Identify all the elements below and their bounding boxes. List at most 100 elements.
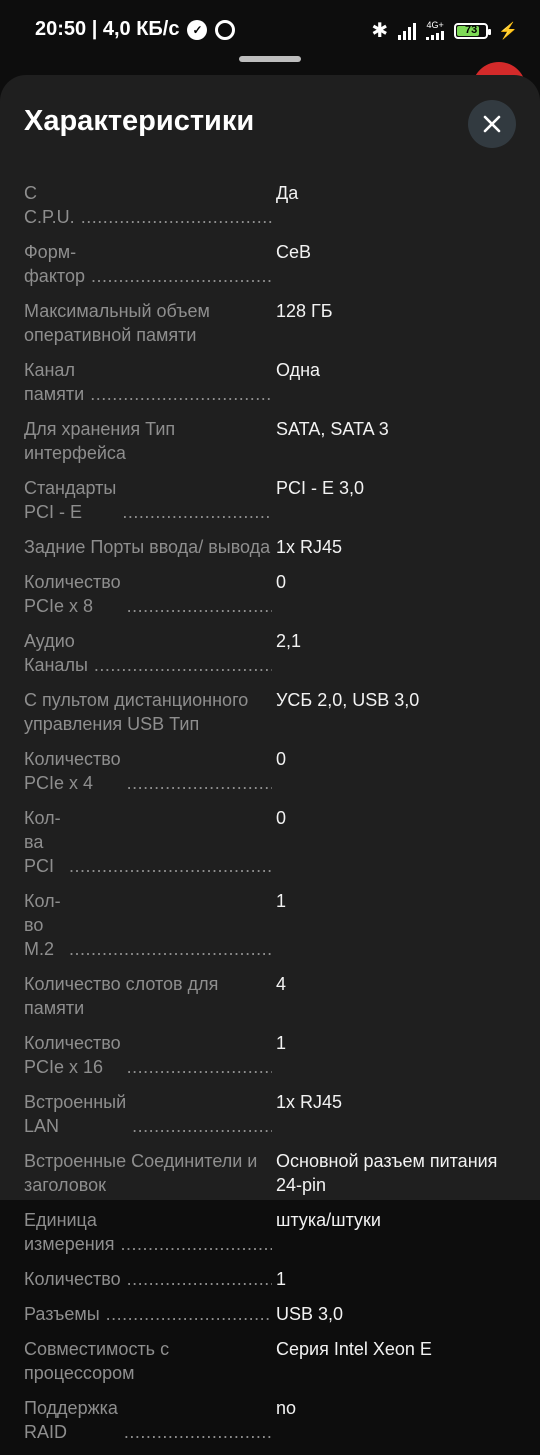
spec-row: Количество 1 (24, 1267, 516, 1291)
status-bar: 20:50 | 4,0 КБ/с ✓ ✱ 4G+ 73 ⚡ (0, 0, 540, 60)
spec-label: Количество PCIe x 8 (24, 570, 272, 618)
spec-row: Встроенный LAN 1x RJ45 (24, 1090, 516, 1138)
spec-row: Максимальный объем оперативной памяти 128… (24, 299, 516, 347)
spec-value: 1 (276, 891, 287, 911)
sheet-title: Характеристики (24, 105, 255, 137)
spec-label: Форм-фактор (24, 240, 272, 288)
spec-label: Для хранения Тип интерфейса (24, 417, 272, 465)
spec-label-text: Канал памяти (24, 360, 85, 404)
close-icon (483, 115, 501, 133)
dot-leader (127, 594, 272, 618)
dot-leader (124, 1420, 272, 1444)
spec-row: Количество слотов для памяти 4 (24, 972, 516, 1020)
spec-value: PCI - E 3,0 (276, 478, 365, 498)
spec-label: Количество (24, 1267, 272, 1291)
spec-label: С пультом дистанционного управления USB … (24, 688, 272, 736)
spec-label-text: Количество (24, 1269, 121, 1289)
dot-leader (94, 653, 272, 677)
spec-label-text: Поддержка RAID (24, 1398, 118, 1442)
spec-row: Разъемы USB 3,0 (24, 1302, 516, 1326)
dot-leader (90, 382, 272, 406)
spec-row: Поддержка RAID no (24, 1396, 516, 1444)
spec-label-text: Стандарты PCI - E (24, 478, 117, 522)
spec-row: Задние Порты ввода/ вывода 1x RJ45 (24, 535, 516, 559)
dot-leader (127, 1267, 272, 1291)
spec-row: Количество PCIe x 16 1 (24, 1031, 516, 1079)
close-button[interactable] (468, 100, 516, 148)
spec-label-text: Кол-во M.2 (24, 891, 61, 959)
spec-label-text: Форм-фактор (24, 242, 85, 286)
spec-label: Канал памяти (24, 358, 272, 406)
charging-icon: ⚡ (498, 22, 518, 40)
spec-value: 4 (276, 974, 287, 994)
spec-label-text: Встроенные Соединители и заголовок (24, 1151, 258, 1195)
spec-label-text: Совместимость с процессором (24, 1339, 170, 1383)
spec-value: no (276, 1398, 297, 1418)
dot-leader (69, 854, 272, 878)
spec-label: Количество PCIe x 4 (24, 747, 272, 795)
battery-icon: 73 (454, 22, 492, 39)
spec-value: 128 ГБ (276, 301, 333, 321)
spec-list: C C.P.U. Да Форм-фактор CeB Максимальный объ… (24, 181, 516, 1455)
spec-label-text: Аудио Каналы (24, 631, 88, 675)
spec-value: 0 (276, 808, 287, 828)
spec-row: Кол-ва PCI 0 (24, 806, 516, 878)
spec-value: штука/штуки (276, 1210, 381, 1230)
spec-label: Стандарты PCI - E (24, 476, 272, 524)
spec-value: Основной разъем питания 24-pin (276, 1151, 498, 1195)
spec-label: Поддержка RAID (24, 1396, 272, 1444)
dot-leader (81, 205, 272, 229)
spec-label: Максимальный объем оперативной памяти (24, 299, 272, 347)
spec-label: Количество PCIe x 16 (24, 1031, 272, 1079)
spec-label-text: Разъемы (24, 1304, 100, 1324)
spec-label: Разъемы (24, 1302, 272, 1326)
spec-row: С пультом дистанционного управления USB … (24, 688, 516, 736)
signal-icon (398, 22, 417, 40)
spec-row: Количество PCIe x 4 0 (24, 747, 516, 795)
spec-value: Серия Intel Xeon E (276, 1339, 432, 1359)
spec-value: 2,1 (276, 631, 302, 651)
spec-label-text: Количество слотов для памяти (24, 974, 219, 1018)
dot-leader (120, 1232, 272, 1256)
spec-value: 1x RJ45 (276, 537, 343, 557)
spec-row: Встроенные Соединители и заголовок Основн… (24, 1149, 516, 1197)
vpn-icon: ✓ (187, 19, 208, 40)
circle-icon (215, 19, 236, 40)
spec-row: Единица измерения штука/штуки (24, 1208, 516, 1256)
spec-label-text: Задние Порты ввода/ вывода (24, 537, 271, 557)
dot-leader (127, 1055, 272, 1079)
spec-label-text: С пультом дистанционного управления USB … (24, 690, 249, 734)
spec-value: 0 (276, 749, 287, 769)
spec-label: Кол-ва PCI (24, 806, 272, 878)
spec-label-text: Количество PCIe x 4 (24, 749, 121, 793)
spec-value: 1x RJ45 (276, 1092, 343, 1112)
dot-leader (91, 264, 272, 288)
spec-label-text: Кол-ва PCI (24, 808, 61, 876)
spec-label-text: Количество PCIe x 8 (24, 572, 121, 616)
spec-label: Кол-во M.2 (24, 889, 272, 961)
spec-label-text: Количество PCIe x 16 (24, 1033, 121, 1077)
spec-label: Количество слотов для памяти (24, 972, 272, 1020)
spec-label: C C.P.U. (24, 181, 272, 229)
bluetooth-icon: ✱ (371, 20, 389, 42)
network-type: 4G+ (426, 21, 445, 40)
spec-row: Стандарты PCI - E PCI - E 3,0 (24, 476, 516, 524)
drag-handle[interactable] (239, 56, 301, 62)
spec-row: Канал памяти Одна (24, 358, 516, 406)
specs-sheet: Характеристики C C.P.U. Да Форм-фактор CeB М… (0, 75, 540, 1442)
spec-label: Совместимость с процессором (24, 1337, 272, 1385)
dot-leader (127, 771, 272, 795)
spec-row: C C.P.U. Да (24, 181, 516, 229)
spec-label: Задние Порты ввода/ вывода (24, 535, 272, 559)
spec-label: Встроенные Соединители и заголовок (24, 1149, 272, 1197)
spec-value: 1 (276, 1033, 287, 1053)
spec-value: CeB (276, 242, 312, 262)
dot-leader (122, 500, 272, 524)
spec-label-text: Единица измерения (24, 1210, 115, 1254)
spec-value: USB 3,0 (276, 1304, 344, 1324)
status-time-speed: 20:50 | 4,0 КБ/с (35, 18, 180, 40)
spec-label-text: C C.P.U. (24, 183, 75, 227)
signal-icon-2 (426, 30, 445, 40)
spec-label: Аудио Каналы (24, 629, 272, 677)
spec-value: Да (276, 183, 299, 203)
